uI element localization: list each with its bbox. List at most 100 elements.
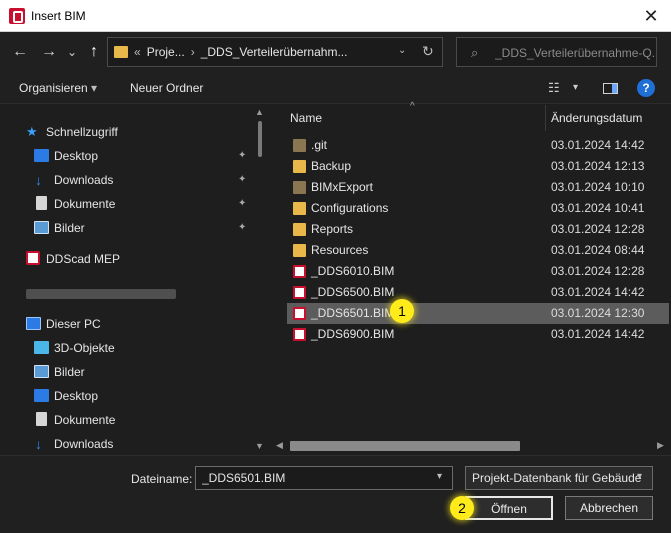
folder-icon	[114, 46, 128, 58]
file-row[interactable]: BIMxExport 03.01.2024 10:10	[287, 177, 671, 198]
filename-label: Dateiname:	[131, 472, 193, 486]
app-icon	[9, 8, 25, 24]
recent-locations-icon[interactable]: ⌄	[60, 40, 84, 64]
navigation-pane: ★ Schnellzugriff Desktop ✦ ↓ Downloads ✦…	[0, 105, 270, 455]
folder-icon	[293, 244, 306, 257]
redacted-text	[26, 289, 176, 299]
chevron-down-icon: ▾	[91, 81, 98, 95]
folder-icon	[293, 202, 306, 215]
column-divider[interactable]	[545, 105, 546, 131]
pin-icon: ✦	[238, 198, 247, 209]
breadcrumb[interactable]: « Proje... › _DDS_Verteilerübernahm...	[134, 45, 353, 59]
pin-icon: ✦	[238, 222, 247, 233]
file-name: _DDS6501.BIM	[311, 306, 395, 320]
file-name: Backup	[311, 159, 352, 173]
cancel-button[interactable]: Abbrechen	[565, 496, 653, 520]
file-date: 03.01.2024 12:28	[551, 222, 645, 236]
file-row-selected[interactable]: _DDS6501.BIM 03.01.2024 12:30	[287, 303, 669, 324]
breadcrumb-item[interactable]: Proje...	[147, 45, 185, 59]
file-list-horizontal-scrollbar[interactable]: ◀ ▶	[273, 437, 671, 455]
sidebar-scrollbar[interactable]: ▲ ▼	[252, 105, 268, 455]
file-date: 03.01.2024 10:10	[551, 180, 645, 194]
scroll-down-icon[interactable]: ▼	[255, 441, 264, 451]
sidebar-item-desktop[interactable]: Desktop ✦	[34, 145, 254, 167]
organize-button[interactable]: Organisieren ▾	[19, 81, 97, 95]
sidebar-item-label: Bilder	[54, 221, 85, 235]
file-name: Resources	[311, 243, 369, 257]
sidebar-item-label: Dokumente	[54, 197, 116, 211]
filename-input[interactable]	[195, 466, 453, 490]
annotation-badge-2: 2	[450, 496, 474, 520]
sidebar-item-label: Desktop	[54, 149, 99, 163]
column-header-date[interactable]: Änderungsdatum	[551, 105, 642, 131]
pictures-icon	[34, 221, 49, 234]
open-button[interactable]: Öffnen	[465, 496, 553, 520]
filetype-select[interactable]: Projekt-Datenbank für Gebäude	[465, 466, 653, 490]
scroll-right-icon[interactable]: ▶	[657, 440, 664, 451]
scrollbar-thumb[interactable]	[290, 441, 520, 451]
up-icon[interactable]: ↑	[82, 40, 106, 64]
chevron-down-icon[interactable]: ⌄	[398, 45, 406, 56]
file-row[interactable]: Configurations 03.01.2024 10:41	[287, 198, 671, 219]
window-title: Insert BIM	[31, 9, 86, 23]
pin-icon: ✦	[238, 150, 247, 161]
file-row[interactable]: .git 03.01.2024 14:42	[287, 135, 671, 156]
scroll-up-icon[interactable]: ▲	[255, 107, 264, 117]
scrollbar-thumb[interactable]	[258, 121, 262, 157]
file-list: Name ^ Änderungsdatum .git 03.01.2024 14…	[273, 101, 671, 455]
download-icon: ↓	[35, 172, 42, 188]
breadcrumb-item[interactable]: _DDS_Verteilerübernahm...	[201, 45, 348, 59]
scroll-left-icon[interactable]: ◀	[276, 440, 283, 451]
search-box[interactable]: ⌕ _DDS_Verteilerübernahme-Q...	[456, 37, 657, 67]
search-placeholder: _DDS_Verteilerübernahme-Q...	[495, 46, 655, 60]
refresh-icon[interactable]: ↻	[422, 43, 434, 60]
chevron-down-icon[interactable]: ▾	[437, 471, 442, 482]
file-name: _DDS6010.BIM	[311, 264, 395, 278]
pc-icon	[26, 317, 41, 330]
close-button[interactable]: ✕	[641, 6, 661, 26]
desktop-icon	[34, 389, 49, 402]
sidebar-item-documents[interactable]: Dokumente ✦	[34, 193, 254, 215]
sidebar-item-label: DDScad MEP	[46, 252, 121, 266]
forward-icon[interactable]: →	[37, 40, 61, 64]
file-date: 03.01.2024 12:30	[551, 306, 645, 320]
title-bar: Insert BIM ✕	[0, 0, 671, 32]
bim-file-icon	[293, 265, 306, 278]
help-icon[interactable]: ?	[637, 79, 655, 97]
organize-label: Organisieren	[19, 81, 88, 95]
column-header-name[interactable]: Name	[290, 105, 322, 131]
pictures-icon	[34, 365, 49, 378]
file-row[interactable]: _DDS6010.BIM 03.01.2024 12:28	[287, 261, 671, 282]
sidebar-item-redacted[interactable]	[26, 281, 186, 303]
file-row[interactable]: Backup 03.01.2024 12:13	[287, 156, 671, 177]
sidebar-item-downloads[interactable]: ↓ Downloads ✦	[34, 169, 254, 191]
file-date: 03.01.2024 12:28	[551, 264, 645, 278]
back-icon[interactable]: ←	[8, 40, 32, 64]
file-row[interactable]: Resources 03.01.2024 08:44	[287, 240, 671, 261]
ddscad-icon	[26, 251, 40, 265]
annotation-badge-1: 1	[390, 299, 414, 323]
sidebar-item-label: Downloads	[54, 173, 114, 187]
file-row[interactable]: _DDS6500.BIM 03.01.2024 14:42	[287, 282, 671, 303]
chevron-down-icon[interactable]: ▾	[637, 471, 642, 482]
file-row[interactable]: _DDS6900.BIM 03.01.2024 14:42	[287, 324, 671, 345]
file-row[interactable]: Reports 03.01.2024 12:28	[287, 219, 671, 240]
dialog-footer: Dateiname: ▾ Projekt-Datenbank für Gebäu…	[0, 455, 671, 533]
new-folder-button[interactable]: Neuer Ordner	[130, 81, 203, 95]
pin-icon: ✦	[238, 174, 247, 185]
file-name: .git	[311, 138, 328, 152]
view-list-icon[interactable]: ☷	[548, 80, 560, 96]
sidebar-item-label: Dokumente	[54, 413, 116, 427]
address-bar[interactable]: « Proje... › _DDS_Verteilerübernahm... ⌄ ↻	[107, 37, 443, 67]
file-name: Configurations	[311, 201, 389, 215]
file-date: 03.01.2024 12:13	[551, 159, 645, 173]
star-icon: ★	[26, 124, 38, 139]
bim-file-icon	[293, 307, 306, 320]
file-date: 03.01.2024 14:42	[551, 327, 645, 341]
breadcrumb-overflow[interactable]: «	[134, 45, 141, 59]
folder-icon	[293, 160, 306, 173]
view-options-arrow[interactable]: ▾	[573, 82, 578, 93]
sidebar-item-pictures[interactable]: Bilder ✦	[34, 217, 254, 239]
preview-pane-icon[interactable]	[603, 82, 618, 97]
navigation-bar: ← → ⌄ ↑ « Proje... › _DDS_Verteilerübernahm…	[0, 32, 671, 72]
